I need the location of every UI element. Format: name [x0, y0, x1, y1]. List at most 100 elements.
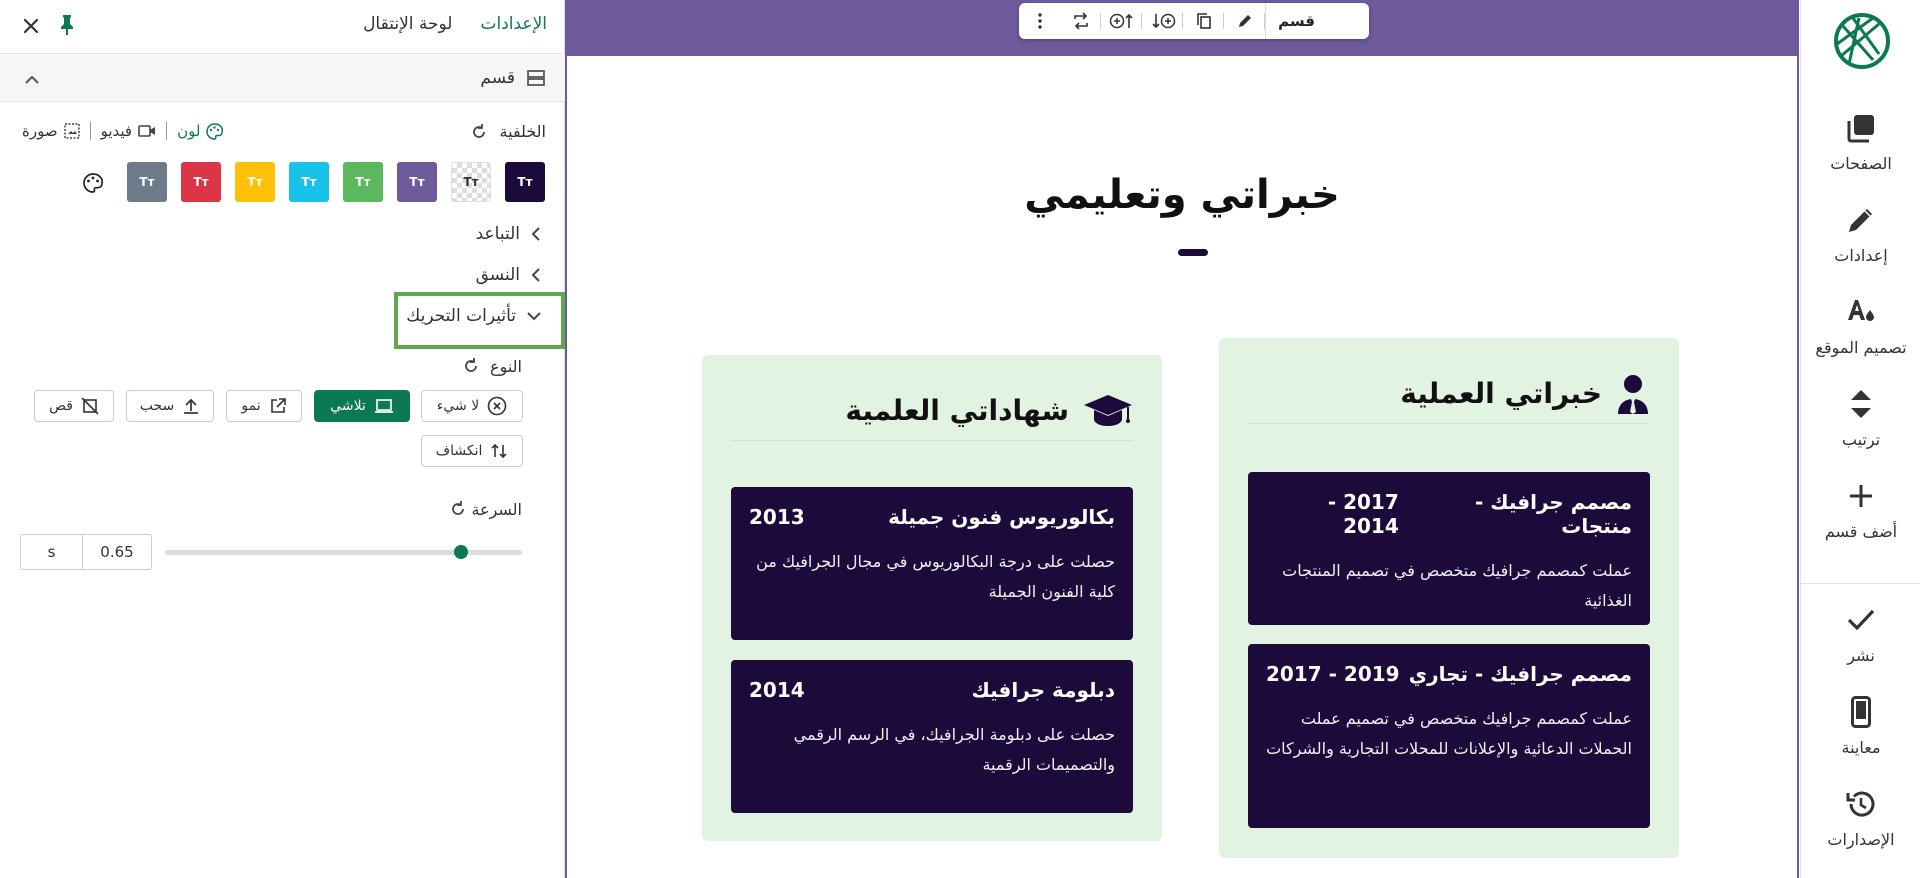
media-tab-image[interactable]: صورة [22, 122, 80, 140]
rail-publish[interactable]: نشر [1801, 600, 1920, 678]
color-swatch[interactable]: Tт [451, 162, 491, 202]
type-grow-label: نمو [241, 398, 261, 414]
animation-accordion[interactable]: تأثيرات التحريك [406, 306, 542, 326]
color-swatch[interactable]: Tт [343, 162, 383, 202]
rail-site-design[interactable]: تصميم الموقع [1801, 292, 1920, 370]
color-swatch[interactable]: Tт [235, 162, 275, 202]
palette-icon [206, 122, 224, 140]
rail-order[interactable]: ترتيب [1801, 384, 1920, 462]
type-label: النوع [490, 357, 522, 376]
card-title: مصمم جرافيك - تجاري [1408, 662, 1632, 686]
rail-preview-label: معاينة [1841, 738, 1881, 757]
experience-column[interactable]: خبراتي العملية مصمم جرافيك - منتجات 2017 … [1219, 338, 1679, 858]
education-column[interactable]: شهاداتي العلمية بكالوريوس فنون جميلة 2013… [702, 355, 1162, 841]
upload-icon [184, 398, 199, 414]
custom-color-icon[interactable] [82, 172, 104, 198]
toolbar-section-label: قسم [1265, 3, 1327, 39]
speed-input[interactable]: s 0.65 [20, 534, 152, 570]
speed-value[interactable]: 0.65 [83, 535, 151, 569]
section-toolbar: قسم [1019, 3, 1369, 39]
divider [89, 122, 91, 140]
type-clip-button[interactable]: قص [34, 390, 114, 422]
experience-title: خبراتي العملية [1400, 377, 1602, 410]
type-grow-button[interactable]: نمو [226, 390, 302, 422]
speed-slider-thumb[interactable] [454, 545, 469, 559]
experience-card[interactable]: مصمم جرافيك - منتجات 2017 - 2014 عملت كمص… [1248, 472, 1650, 625]
rail-pages[interactable]: الصفحات [1801, 108, 1920, 186]
card-date: 2017 - 2014 [1327, 490, 1399, 538]
brand-logo[interactable] [1833, 12, 1891, 70]
rail-publish-label: نشر [1847, 646, 1875, 665]
rail-versions[interactable]: الإصدارات [1801, 784, 1920, 862]
add-above-icon[interactable] [1101, 3, 1142, 39]
rail-preview[interactable]: معاينة [1801, 692, 1920, 770]
type-drag-label: سحب [139, 398, 175, 414]
rail-divider [1801, 583, 1920, 584]
more-options-icon[interactable] [1019, 3, 1060, 39]
rail-add-section-label: أضف قسم [1824, 522, 1898, 541]
rail-order-label: ترتيب [1841, 430, 1881, 449]
color-swatch[interactable]: Tт [289, 162, 329, 202]
graduation-cap-icon [1084, 394, 1132, 426]
type-reveal-button[interactable]: انكشاف [421, 435, 523, 467]
education-card[interactable]: دبلومة جرافيك 2014 حصلت على دبلومة الجراف… [731, 660, 1133, 813]
swap-vertical-icon [491, 443, 507, 459]
background-label: الخلفية [499, 122, 546, 141]
chevron-down-icon [527, 312, 541, 321]
card-title: بكالوريوس فنون جميلة [888, 505, 1115, 529]
type-fade-button[interactable]: تلاشي [314, 390, 410, 422]
media-tab-video[interactable]: فيديو [101, 122, 157, 140]
rail-settings[interactable]: إعدادات [1801, 200, 1920, 278]
media-tab-color-label: لون [177, 122, 201, 140]
section-header[interactable]: قسم [0, 55, 565, 102]
reset-icon[interactable] [449, 500, 467, 522]
media-tab-color[interactable]: لون [177, 122, 224, 140]
pencil-icon [1845, 200, 1877, 240]
education-header: شهاداتي العلمية [731, 381, 1133, 441]
rail-add-section[interactable]: أضف قسم [1801, 476, 1920, 554]
plus-icon [1847, 476, 1875, 516]
card-description: حصلت على درجة البكالوريوس في مجال الجراف… [756, 552, 1115, 601]
chevron-up-icon[interactable] [24, 71, 40, 90]
color-swatch[interactable]: Tт [127, 162, 167, 202]
education-title: شهاداتي العلمية [845, 394, 1069, 427]
pages-icon [1845, 108, 1877, 148]
color-swatch[interactable]: Tт [397, 162, 437, 202]
swap-icon[interactable] [1060, 3, 1101, 39]
background-media-tabs: صورة فيديو لون [22, 122, 224, 140]
experience-card[interactable]: مصمم جرافيك - تجاري 2019 - 2017 عملت كمصم… [1248, 644, 1650, 828]
education-card[interactable]: بكالوريوس فنون جميلة 2013 حصلت على درجة ا… [731, 487, 1133, 640]
rail-versions-label: الإصدارات [1827, 830, 1895, 849]
type-drag-button[interactable]: سحب [126, 390, 214, 422]
card-description: عملت كمصمم جرافيك متخصص في تصميم المنتجا… [1282, 561, 1632, 610]
color-swatch[interactable]: Tт [181, 162, 221, 202]
card-date: 2014 [749, 678, 805, 702]
close-icon[interactable] [20, 15, 42, 37]
reset-icon[interactable] [470, 123, 488, 145]
add-below-icon[interactable] [1142, 3, 1183, 39]
card-description: عملت كمصمم جرافيك متخصص في تصميم عملت ال… [1266, 709, 1632, 758]
page-canvas: قسم خبراتي وتعليمي خبراتي العملية مصمم ج… [565, 0, 1799, 878]
rail-pages-label: الصفحات [1830, 154, 1892, 173]
format-label: النسق [475, 265, 520, 285]
rail-settings-label: إعدادات [1834, 246, 1888, 265]
sort-icon [1847, 384, 1875, 424]
pin-icon[interactable] [56, 13, 78, 37]
image-icon [63, 123, 80, 139]
tab-settings[interactable]: الإعدادات [480, 14, 547, 34]
card-date: 2013 [749, 505, 805, 529]
format-accordion[interactable]: النسق [476, 265, 542, 285]
type-none-button[interactable]: لا شيء [421, 390, 523, 422]
page-section-title[interactable]: خبراتي وتعليمي [567, 172, 1797, 218]
history-icon [1845, 784, 1877, 824]
tab-navigation[interactable]: لوحة الإنتقال [363, 14, 452, 34]
reset-icon[interactable] [462, 357, 480, 379]
speed-slider-track[interactable] [165, 550, 522, 555]
duplicate-icon[interactable] [1183, 3, 1224, 39]
spacing-accordion[interactable]: التباعد [476, 224, 542, 244]
video-icon [138, 125, 156, 137]
divider [166, 122, 168, 140]
rail-site-design-label: تصميم الموقع [1815, 338, 1907, 357]
pencil-icon[interactable] [1224, 3, 1265, 39]
color-swatch[interactable]: Tт [505, 162, 545, 202]
